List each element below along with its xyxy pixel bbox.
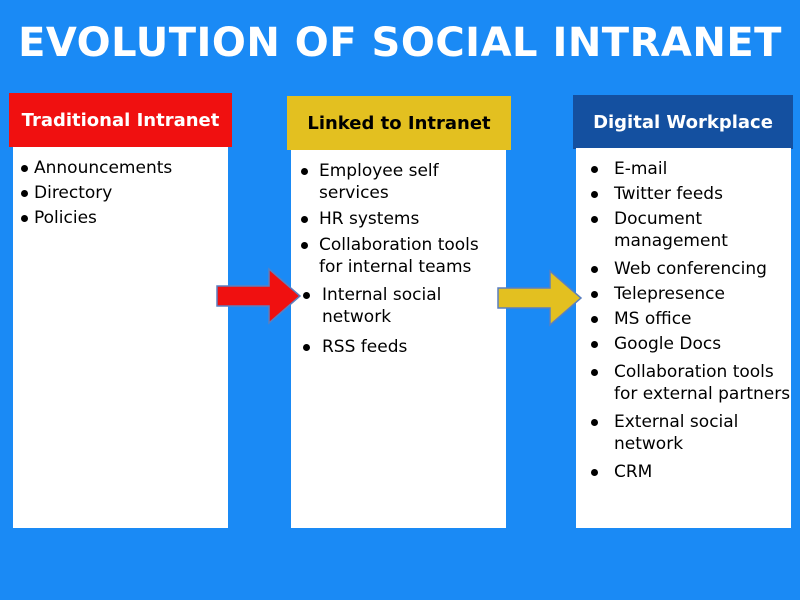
bullet-icon <box>301 168 308 175</box>
list-item: Web conferencing <box>576 258 791 280</box>
list-item: Google Docs <box>576 333 791 355</box>
list-item: Announcements <box>13 157 228 179</box>
traditional-intranet-header: Traditional Intranet <box>9 93 232 147</box>
bullet-icon <box>303 292 310 299</box>
list-item: Collaboration tools for internal teams <box>291 234 506 278</box>
list-item: RSS feeds <box>291 336 506 358</box>
list-item: Document management <box>576 208 791 252</box>
list-item: Employee self services <box>291 160 506 204</box>
digital-workplace-header: Digital Workplace <box>573 95 793 149</box>
digital-workplace-box: E-mail Twitter feeds Document management… <box>576 148 791 528</box>
linked-to-intranet-list: Employee self services HR systems Collab… <box>291 160 506 358</box>
digital-workplace-list: E-mail Twitter feeds Document management… <box>576 158 791 483</box>
list-item: HR systems <box>291 208 506 230</box>
list-item: Collaboration tools for external partner… <box>576 361 791 405</box>
red-arrow-icon <box>216 267 302 325</box>
list-item: Policies <box>13 207 228 229</box>
traditional-intranet-list: Announcements Directory Policies <box>13 157 228 229</box>
bullet-icon <box>303 344 310 351</box>
list-item: MS office <box>576 308 791 330</box>
traditional-intranet-box: Announcements Directory Policies <box>13 147 228 528</box>
bullet-icon <box>591 166 598 173</box>
list-item: External social network <box>576 411 791 455</box>
diagram-title: EVOLUTION OF SOCIAL INTRANET <box>18 20 782 66</box>
bullet-icon <box>591 191 598 198</box>
list-item: Internal social network <box>291 284 506 328</box>
bullet-icon <box>591 469 598 476</box>
red-arrow-shape <box>216 267 302 325</box>
bullet-icon <box>591 291 598 298</box>
bullet-icon <box>591 419 598 426</box>
list-item: E-mail <box>576 158 791 180</box>
bullet-icon <box>591 369 598 376</box>
linked-to-intranet-box: Employee self services HR systems Collab… <box>291 150 506 528</box>
bullet-icon <box>301 216 308 223</box>
yellow-arrow-shape <box>497 269 583 327</box>
bullet-icon <box>21 165 28 172</box>
bullet-icon <box>591 316 598 323</box>
list-item: Telepresence <box>576 283 791 305</box>
bullet-icon <box>21 215 28 222</box>
bullet-icon <box>591 216 598 223</box>
bullet-icon <box>591 266 598 273</box>
list-item: Directory <box>13 182 228 204</box>
bullet-icon <box>21 190 28 197</box>
yellow-arrow-icon <box>497 269 583 327</box>
linked-to-intranet-header: Linked to Intranet <box>287 96 511 150</box>
list-item: CRM <box>576 461 791 483</box>
bullet-icon <box>591 341 598 348</box>
list-item: Twitter feeds <box>576 183 791 205</box>
bullet-icon <box>301 242 308 249</box>
